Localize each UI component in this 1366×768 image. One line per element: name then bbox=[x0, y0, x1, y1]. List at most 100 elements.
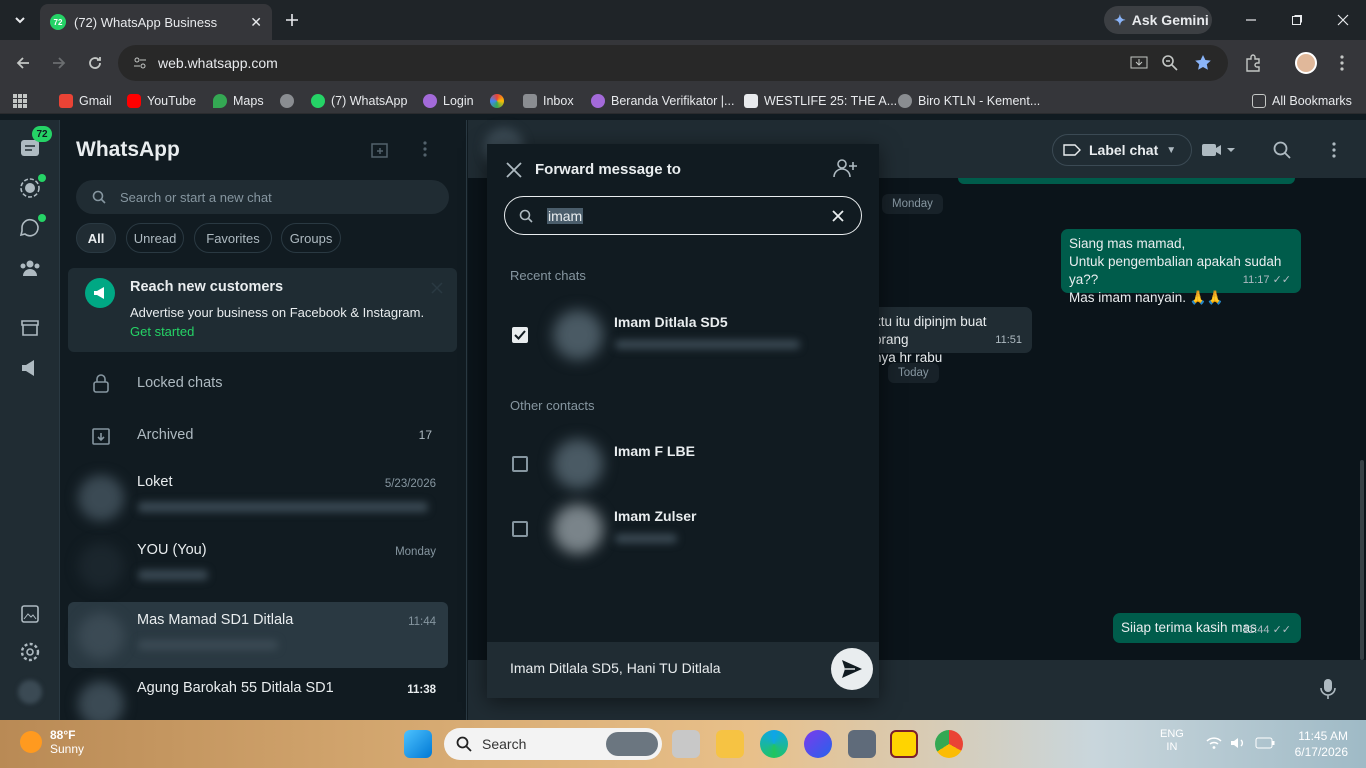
bookmark-beranda[interactable]: Beranda Verifikator |... bbox=[591, 92, 734, 110]
get-started-link[interactable]: Get started bbox=[130, 324, 194, 339]
forward-dialog: Forward message to imam Recent chats Ima… bbox=[487, 144, 879, 698]
install-app-icon[interactable] bbox=[1127, 51, 1151, 75]
promo-close-icon[interactable] bbox=[431, 282, 443, 294]
sticky-notes-icon[interactable] bbox=[890, 730, 918, 758]
taskbar-search[interactable]: Search bbox=[444, 728, 662, 760]
add-contact-icon[interactable] bbox=[833, 158, 857, 182]
chat-row[interactable]: YOU (You) Monday bbox=[68, 532, 448, 598]
bookmark-label: Biro KTLN - Kement... bbox=[918, 94, 1041, 108]
weather-widget[interactable]: 88°F Sunny bbox=[20, 728, 84, 756]
conversation-scrollbar[interactable] bbox=[1360, 460, 1364, 660]
bookmark-star-icon[interactable] bbox=[1191, 51, 1215, 75]
filter-all[interactable]: All bbox=[76, 223, 116, 253]
address-bar[interactable]: web.whatsapp.com bbox=[118, 45, 1228, 81]
profile-avatar[interactable] bbox=[1294, 51, 1318, 75]
promo-text: Advertise your business on Facebook & In… bbox=[130, 305, 425, 320]
chrome-menu-icon[interactable] bbox=[1330, 51, 1354, 75]
language-indicator[interactable]: ENG IN bbox=[1160, 728, 1184, 754]
bookmark-label: Maps bbox=[233, 94, 264, 108]
browser-toolbar: web.whatsapp.com bbox=[0, 40, 1366, 86]
bookmark-whatsapp[interactable]: (7) WhatsApp bbox=[311, 92, 407, 110]
chat-time: 5/23/2026 bbox=[384, 478, 436, 490]
filter-favorites[interactable]: Favorites bbox=[194, 223, 272, 253]
filter-unread[interactable]: Unread bbox=[126, 223, 184, 253]
zoom-icon[interactable] bbox=[1158, 51, 1182, 75]
profile-icon[interactable] bbox=[18, 680, 42, 704]
tab-close-icon[interactable]: ✕ bbox=[250, 14, 262, 31]
catalog-icon[interactable] bbox=[18, 316, 42, 340]
all-bookmarks-folder[interactable]: All Bookmarks bbox=[1252, 92, 1352, 110]
menu-icon[interactable] bbox=[1322, 138, 1346, 162]
bookmark-youtube[interactable]: YouTube bbox=[127, 92, 196, 110]
bookmarks-bar: Gmail YouTube Maps (7) WhatsApp Login In… bbox=[0, 86, 1366, 114]
chat-row[interactable]: Loket 5/23/2026 bbox=[68, 464, 448, 530]
incoming-message[interactable]: ktu itu dipinjm buat orang nya hr rabu 1… bbox=[866, 307, 1032, 365]
archived-row[interactable]: Archived 17 bbox=[60, 411, 460, 461]
volume-icon[interactable] bbox=[1230, 736, 1246, 750]
chat-search-input[interactable]: Search or start a new chat bbox=[76, 180, 449, 214]
tab-search-icon[interactable] bbox=[8, 8, 32, 32]
battery-icon[interactable] bbox=[1255, 737, 1275, 749]
checkbox[interactable] bbox=[512, 521, 528, 537]
settings-gear-icon[interactable] bbox=[18, 640, 42, 664]
communities-icon[interactable] bbox=[18, 256, 42, 280]
browser-tab-whatsapp[interactable]: 72 (72) WhatsApp Business ✕ bbox=[40, 4, 272, 40]
checkbox-checked[interactable] bbox=[512, 327, 528, 343]
bookmark-gmail[interactable]: Gmail bbox=[59, 92, 112, 110]
message-time: 11:17 ✓✓ bbox=[1243, 271, 1291, 289]
forward-icon[interactable] bbox=[47, 51, 71, 75]
chrome-taskbar-icon[interactable] bbox=[935, 730, 963, 758]
new-tab-icon[interactable] bbox=[280, 8, 304, 32]
bookmark-westlife[interactable]: WESTLIFE 25: THE A... bbox=[744, 92, 897, 110]
contact-row[interactable]: Imam F LBE bbox=[487, 433, 879, 495]
ask-gemini-button[interactable]: ✦ Ask Gemini bbox=[1104, 6, 1212, 34]
media-icon[interactable] bbox=[18, 602, 42, 626]
bookmark-globe[interactable] bbox=[280, 92, 294, 110]
apps-grid-icon[interactable] bbox=[12, 92, 28, 110]
file-explorer-icon[interactable] bbox=[716, 730, 744, 758]
unread-badge: 72 bbox=[32, 126, 52, 142]
label-chat-button[interactable]: Label chat ▼ bbox=[1052, 134, 1192, 166]
clock[interactable]: 11:45 AM 6/17/2026 bbox=[1295, 728, 1348, 760]
extensions-icon[interactable] bbox=[1241, 51, 1265, 75]
menu-icon[interactable] bbox=[422, 140, 444, 162]
minimize-icon[interactable] bbox=[1239, 8, 1263, 32]
advertise-icon[interactable] bbox=[18, 356, 42, 380]
forward-search-input[interactable]: imam bbox=[504, 196, 862, 235]
start-windows-icon[interactable] bbox=[404, 730, 432, 758]
restore-icon[interactable] bbox=[1285, 8, 1309, 32]
back-icon[interactable] bbox=[11, 51, 35, 75]
clear-search-icon[interactable] bbox=[829, 207, 847, 225]
contact-row[interactable]: Imam Zulser bbox=[487, 498, 879, 560]
camera-app-icon[interactable] bbox=[848, 730, 876, 758]
chat-row[interactable]: Mas Mamad SD1 Ditlala 11:44 bbox=[68, 602, 448, 668]
close-window-icon[interactable] bbox=[1331, 8, 1355, 32]
status-dot bbox=[38, 174, 46, 182]
task-view-icon[interactable] bbox=[672, 730, 700, 758]
new-chat-icon[interactable] bbox=[370, 140, 392, 162]
bookmark-login[interactable]: Login bbox=[423, 92, 474, 110]
microphone-icon[interactable] bbox=[1320, 678, 1340, 700]
contact-row[interactable]: Imam Ditlala SD5 bbox=[487, 304, 879, 366]
locked-chats-row[interactable]: Locked chats bbox=[60, 359, 460, 409]
checkbox[interactable] bbox=[512, 456, 528, 472]
wifi-icon[interactable] bbox=[1206, 736, 1222, 750]
bookmark-biro-ktln[interactable]: Biro KTLN - Kement... bbox=[898, 92, 1040, 110]
chat-time: Monday bbox=[395, 546, 436, 558]
send-button[interactable] bbox=[831, 648, 873, 690]
video-call-icon[interactable] bbox=[1198, 138, 1238, 162]
outgoing-message[interactable]: Siiap terima kasih mas 11:44 ✓✓ bbox=[1113, 613, 1301, 643]
bookmark-maps[interactable]: Maps bbox=[213, 92, 264, 110]
site-info-icon[interactable] bbox=[132, 55, 148, 71]
bookmark-inbox[interactable]: Inbox bbox=[523, 92, 574, 110]
gmail-icon bbox=[59, 94, 73, 108]
bookmark-pinwheel[interactable] bbox=[490, 92, 504, 110]
edge-browser-icon[interactable] bbox=[760, 730, 788, 758]
close-icon[interactable] bbox=[503, 159, 525, 181]
search-icon[interactable] bbox=[1270, 138, 1294, 162]
chat-row[interactable]: Agung Barokah 55 Ditlala SD1 11:38 bbox=[68, 670, 448, 727]
copilot-icon[interactable] bbox=[804, 730, 832, 758]
filter-groups[interactable]: Groups bbox=[281, 223, 341, 253]
outgoing-message[interactable]: Siang mas mamad, Untuk pengembalian apak… bbox=[1061, 229, 1301, 305]
reload-icon[interactable] bbox=[83, 51, 107, 75]
